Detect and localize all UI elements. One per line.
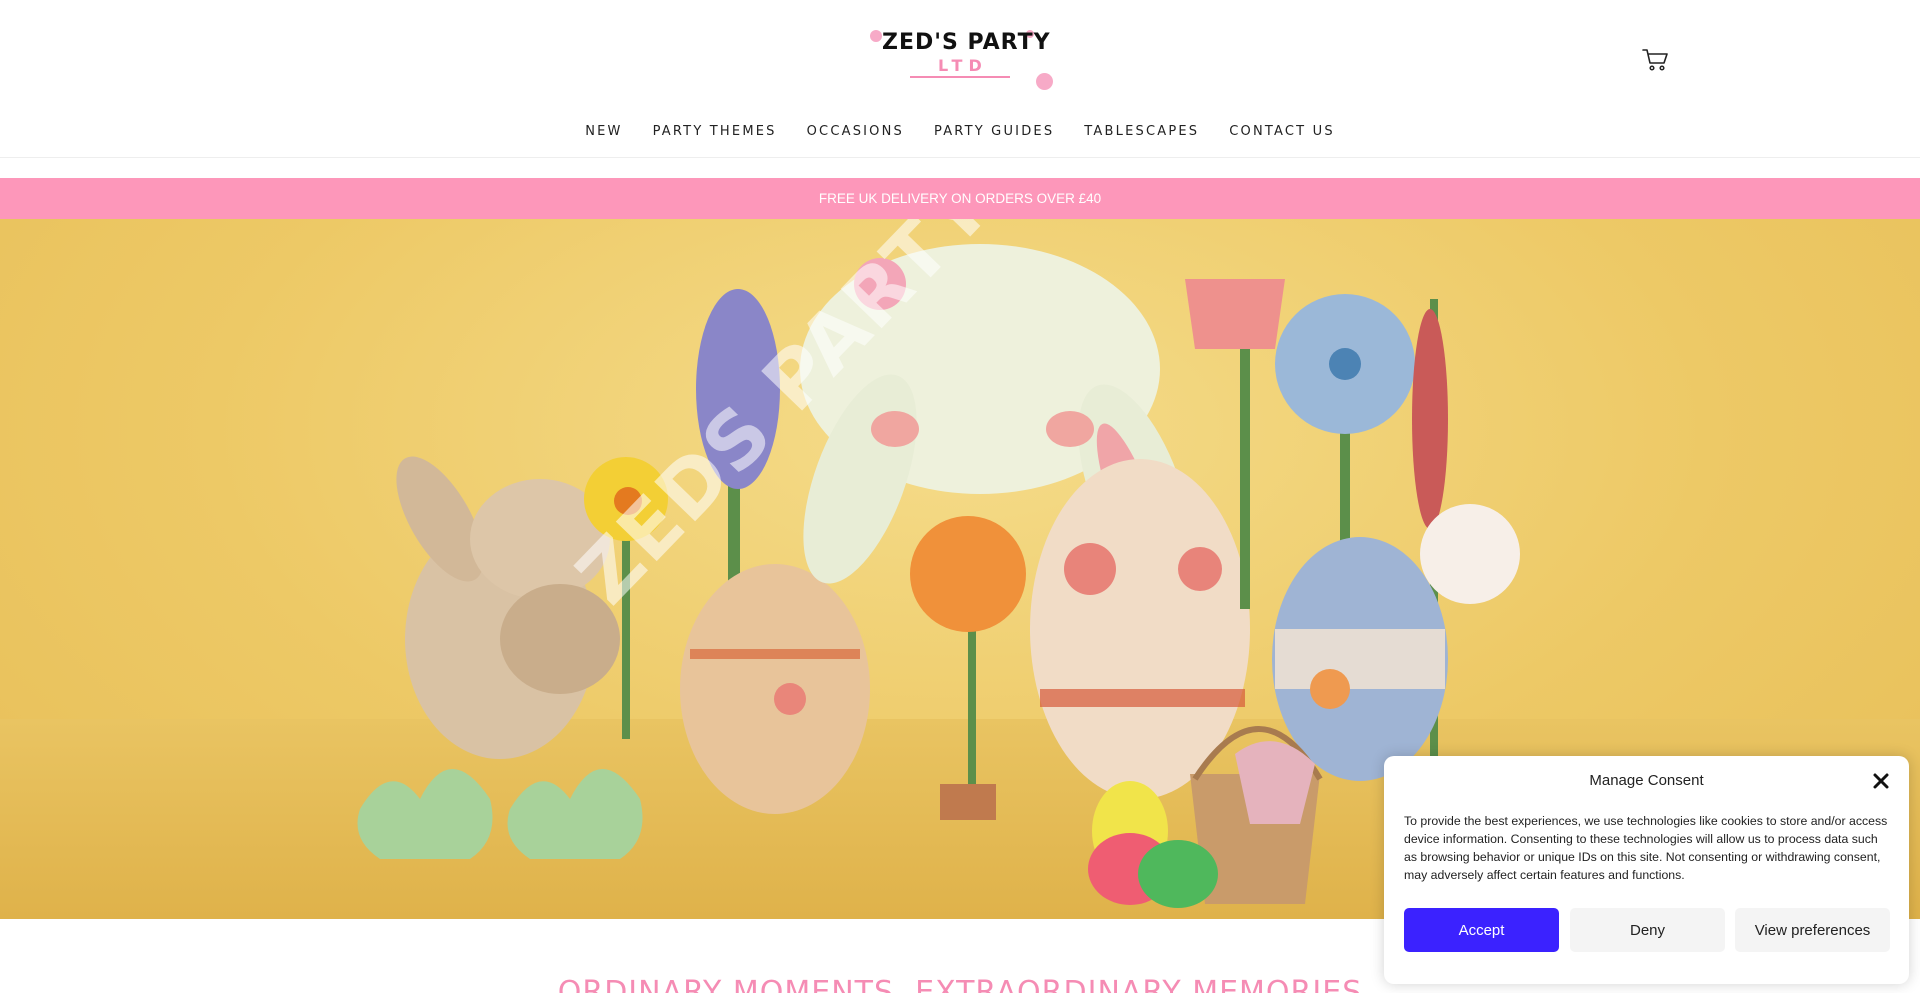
close-icon[interactable] [1870,770,1892,792]
logo-dot [1036,73,1053,90]
logo-title: ZED'S PARTY [882,30,1051,55]
nav-item-party-guides[interactable]: PARTY GUIDES [934,124,1054,139]
view-preferences-button[interactable]: View preferences [1735,908,1890,952]
nav-item-contact-us[interactable]: CONTACT US [1229,124,1335,139]
promo-bar: FREE UK DELIVERY ON ORDERS OVER £40 [0,178,1920,219]
deny-button[interactable]: Deny [1570,908,1725,952]
site-logo[interactable]: ZED'S PARTY LTD [866,24,1056,96]
nav-item-party-themes[interactable]: PARTY THEMES [653,124,777,139]
logo-subtitle: LTD [938,56,988,75]
nav-item-new[interactable]: NEW [585,124,622,139]
promo-text: FREE UK DELIVERY ON ORDERS OVER £40 [818,191,1102,206]
decorated-egg-left [680,564,870,814]
logo-dot [870,30,882,42]
site-header: ZED'S PARTY LTD NEW PARTY THEMES OCCASIO… [0,0,1920,158]
cart-icon[interactable] [1640,44,1672,76]
accept-button[interactable]: Accept [1404,908,1559,952]
consent-text: To provide the best experiences, we use … [1404,814,1888,882]
consent-dialog: Manage Consent To provide the best exper… [1384,756,1909,984]
ranunculus-balloon [910,516,1026,820]
nav-item-occasions[interactable]: OCCASIONS [807,124,904,139]
main-nav: NEW PARTY THEMES OCCASIONS PARTY GUIDES … [0,124,1920,139]
logo-underline [910,76,1010,78]
consent-title: Manage Consent [1589,772,1704,789]
nav-item-tablescapes[interactable]: TABLESCAPES [1084,124,1199,139]
decorated-egg-blue [1272,537,1448,781]
